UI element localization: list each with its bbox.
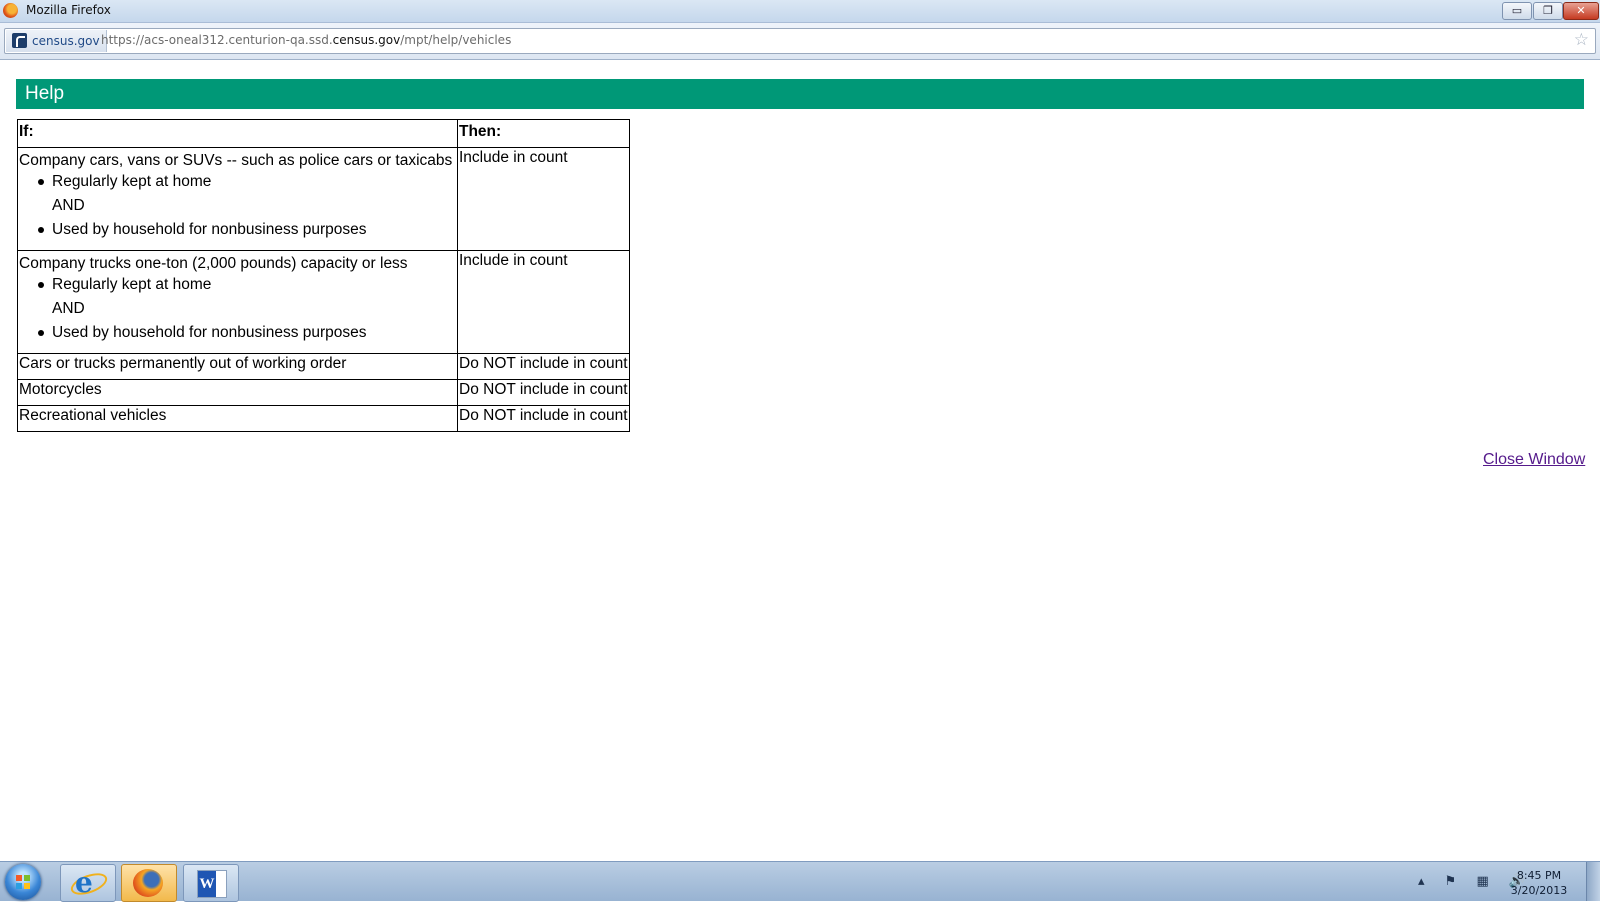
condition-cell: Cars or trucks permanently out of workin… [17,353,458,380]
connector-text: AND [52,197,85,214]
condition-text: Company trucks one-ton (2,000 pounds) ca… [19,255,408,272]
bullet-item: Regularly kept at home [38,273,456,297]
condition-cell: Company cars, vans or SUVs -- such as po… [17,147,458,251]
vehicle-rules-table: If: Then: Company cars, vans or SUVs -- … [17,119,630,432]
connector-text: AND [52,300,85,317]
url-text[interactable]: https://acs-oneal312.centurion-qa.ssd.ce… [101,29,511,51]
census-favicon-icon [12,33,27,48]
condition-bullets: Regularly kept at home AND Used by house… [19,170,456,242]
url-path: /mpt/help/vehicles [400,33,512,47]
result-cell: Include in count [457,250,630,354]
word-icon: W [197,870,227,898]
taskbar-internet-explorer-button[interactable]: e [60,864,116,902]
minimize-button[interactable]: ▭ [1502,2,1532,20]
internet-explorer-icon: e [75,866,93,899]
table-row: Company cars, vans or SUVs -- such as po… [17,147,630,251]
table-row: Company trucks one-ton (2,000 pounds) ca… [17,250,630,354]
bookmark-star-icon[interactable]: ☆ [1574,30,1589,50]
table-row: Recreational vehicles Do NOT include in … [17,405,630,432]
windows-logo-icon [16,875,30,889]
condition-bullets: Regularly kept at home AND Used by house… [19,273,456,345]
bullet-item: Used by household for nonbusiness purpos… [38,321,456,345]
window-titlebar[interactable]: Mozilla Firefox ▭ ❐ ✕ [0,0,1600,23]
close-window-button[interactable]: ✕ [1563,2,1599,20]
firefox-icon [133,869,163,897]
clock-date: 3/20/2013 [1510,884,1568,897]
condition-text: Company cars, vans or SUVs -- such as po… [19,152,453,169]
bullet-item: Regularly kept at home [38,170,456,194]
url-domain: census.gov [332,33,401,47]
result-cell: Do NOT include in count [457,405,630,432]
table-row: Cars or trucks permanently out of workin… [17,353,630,380]
word-letter: W [198,871,216,897]
close-window-link[interactable]: Close Window [1483,451,1585,469]
result-cell: Do NOT include in count [457,379,630,406]
table-row: Motorcycles Do NOT include in count [17,379,630,406]
condition-cell: Company trucks one-ton (2,000 pounds) ca… [17,250,458,354]
taskbar-firefox-button[interactable] [121,864,177,902]
site-identity-label: census.gov [32,34,100,48]
condition-cell: Recreational vehicles [17,405,458,432]
condition-cell: Motorcycles [17,379,458,406]
restore-button[interactable]: ❐ [1533,2,1563,20]
url-bar[interactable]: census.gov https://acs-oneal312.centurio… [4,28,1596,54]
firefox-logo-icon [3,3,18,18]
bullet-item: Used by household for nonbusiness purpos… [38,218,456,242]
result-cell: Include in count [457,147,630,251]
column-header-if: If: [17,119,458,148]
system-clock[interactable]: 8:45 PM 3/20/2013 [1500,868,1578,898]
window-title: Mozilla Firefox [26,3,111,17]
windows-taskbar: e W ▴ ⚑ ▦ 🔊 8:45 PM 3/20/2013 [0,861,1600,902]
column-header-then: Then: [457,119,630,148]
navigation-toolbar: census.gov https://acs-oneal312.centurio… [0,23,1600,60]
url-prefix: https://acs-oneal312.centurion-qa.ssd. [101,33,333,47]
table-header-row: If: Then: [17,119,630,148]
help-header: Help [16,79,1584,109]
clock-time: 8:45 PM [1516,869,1562,882]
taskbar-word-button[interactable]: W [183,864,239,902]
start-button[interactable] [5,864,41,900]
result-cell: Do NOT include in count [457,353,630,380]
show-desktop-button[interactable] [1586,862,1600,901]
site-identity-button[interactable]: census.gov [6,30,107,52]
